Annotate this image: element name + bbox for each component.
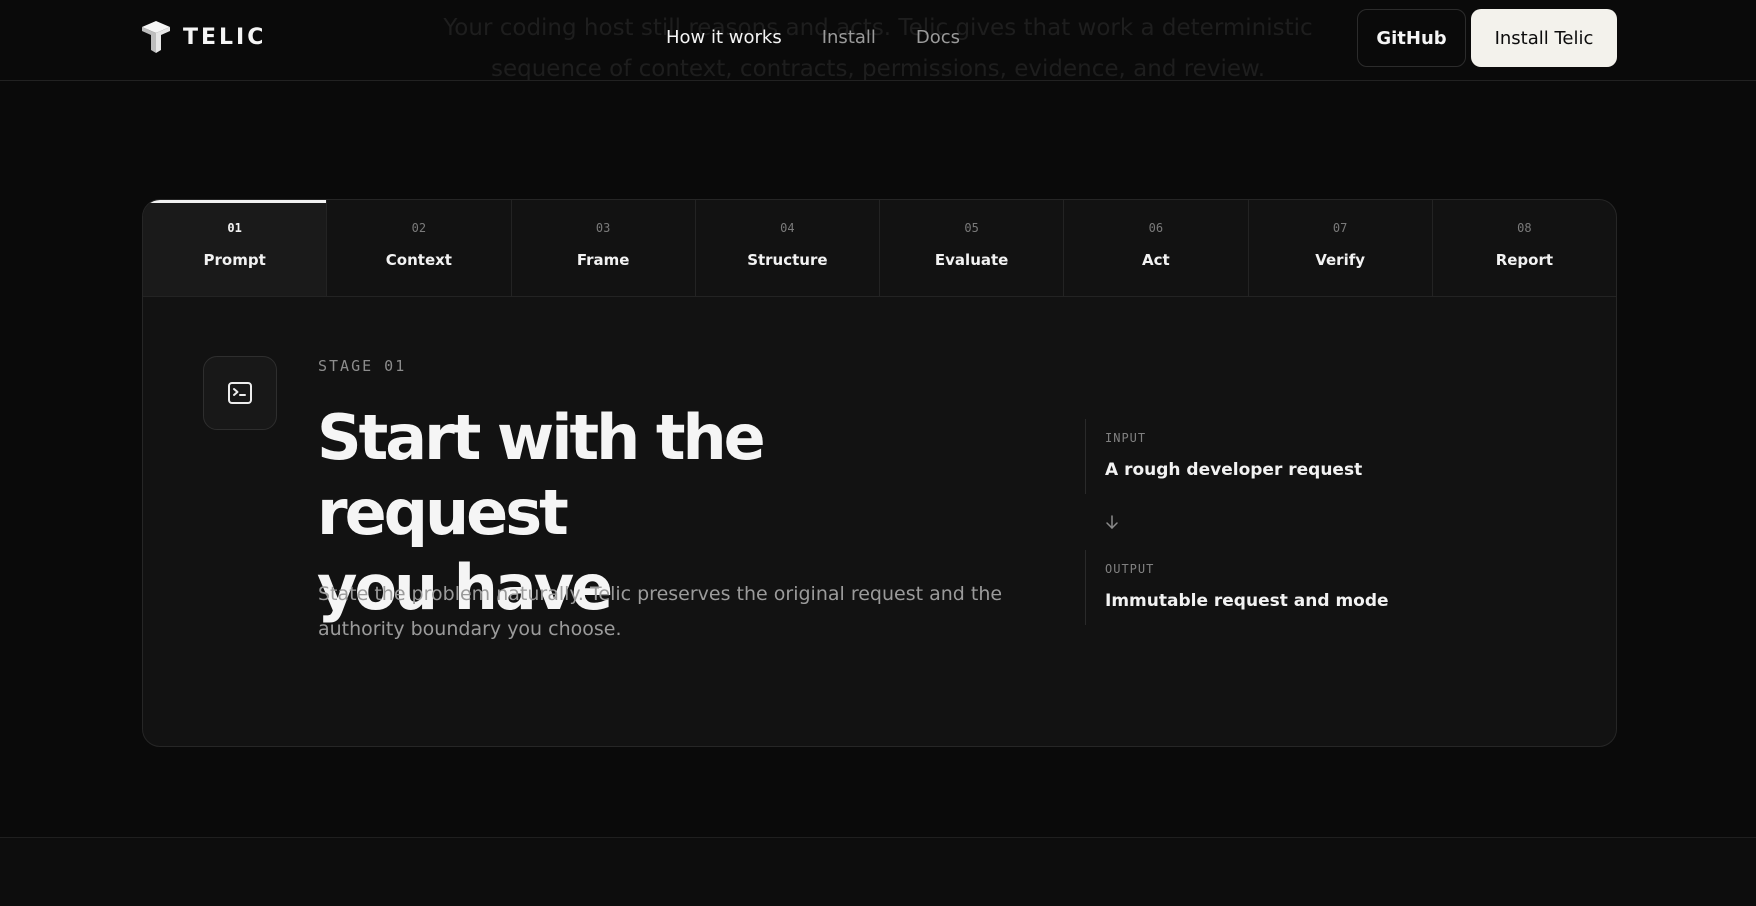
tab-number: 02 xyxy=(411,221,427,235)
stages-card: 01 Prompt 02 Context 03 Frame 04 Structu… xyxy=(142,199,1617,747)
tab-number: 01 xyxy=(227,221,242,235)
terminal-icon xyxy=(228,382,252,404)
logo[interactable]: TELIC xyxy=(141,20,266,54)
tab-label: Prompt xyxy=(203,251,266,269)
stage-description: State the problem naturally. Telic prese… xyxy=(318,583,1003,640)
tab-structure[interactable]: 04 Structure xyxy=(696,200,880,296)
tab-evaluate[interactable]: 05 Evaluate xyxy=(880,200,1065,296)
next-section-edge xyxy=(0,837,1756,906)
tab-act[interactable]: 06 Act xyxy=(1064,200,1249,296)
tab-report[interactable]: 08 Report xyxy=(1433,200,1616,296)
tab-verify[interactable]: 07 Verify xyxy=(1249,200,1433,296)
arrow-down-icon xyxy=(1106,515,1118,529)
arrow-down-icon-wrap xyxy=(1085,494,1485,550)
tab-prompt[interactable]: 01 Prompt xyxy=(143,200,328,296)
tab-label: Report xyxy=(1495,251,1554,269)
output-value: Immutable request and mode xyxy=(1105,591,1389,611)
terminal-icon-tile xyxy=(203,356,277,430)
tab-label: Structure xyxy=(747,251,828,269)
tab-number: 03 xyxy=(595,221,611,235)
tab-label: Verify xyxy=(1315,251,1366,269)
nav-link-install[interactable]: Install xyxy=(822,27,876,48)
tab-number: 04 xyxy=(780,221,795,235)
tab-label: Evaluate xyxy=(934,251,1009,269)
tab-frame[interactable]: 03 Frame xyxy=(512,200,696,296)
input-block: INPUT A rough developer request xyxy=(1085,419,1485,494)
tab-number: 05 xyxy=(964,221,979,235)
tab-number: 07 xyxy=(1332,221,1348,235)
nav-link-how-it-works[interactable]: How it works xyxy=(666,27,782,48)
tab-label: Frame xyxy=(576,251,630,269)
input-output-panel: INPUT A rough developer request OUTPUT I… xyxy=(1085,419,1485,625)
github-button[interactable]: GitHub xyxy=(1357,9,1466,67)
tab-label: Context xyxy=(385,251,452,269)
stage-tabs: 01 Prompt 02 Context 03 Frame 04 Structu… xyxy=(143,200,1616,297)
logo-text: TELIC xyxy=(183,24,267,50)
main-nav: How it works Install Docs xyxy=(666,27,960,48)
tab-context[interactable]: 02 Context xyxy=(327,200,512,296)
input-label: INPUT xyxy=(1105,431,1147,445)
output-label: OUTPUT xyxy=(1105,562,1155,576)
stage-kicker: STAGE 01 xyxy=(318,357,407,375)
telic-logo-icon xyxy=(142,21,170,53)
tab-number: 08 xyxy=(1517,221,1532,235)
tab-number: 06 xyxy=(1148,221,1164,235)
install-telic-button[interactable]: Install Telic xyxy=(1471,9,1617,67)
output-block: OUTPUT Immutable request and mode xyxy=(1085,550,1485,625)
site-header: TELIC How it works Install Docs GitHub I… xyxy=(0,0,1756,81)
input-value: A rough developer request xyxy=(1105,460,1363,480)
nav-link-docs[interactable]: Docs xyxy=(916,27,960,48)
tab-label: Act xyxy=(1142,251,1170,269)
stage-title-line-1: Start with the request xyxy=(317,401,766,549)
